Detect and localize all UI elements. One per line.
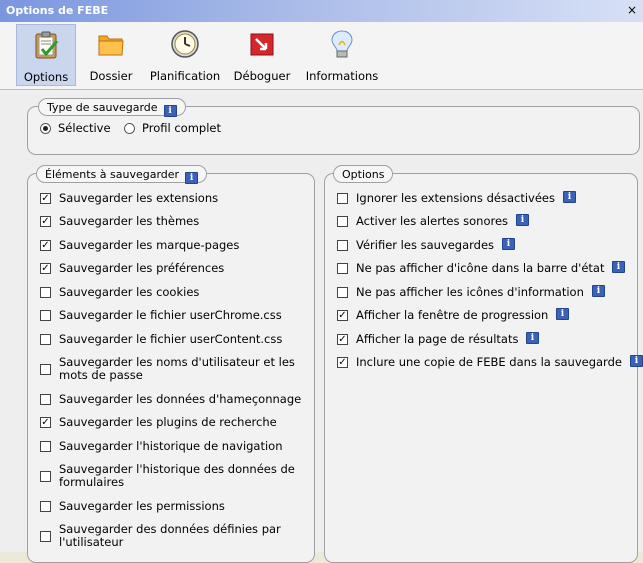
tab-planification[interactable]: Planification [146, 24, 224, 86]
options-legend: Options [333, 165, 394, 183]
backup-type-legend: Type de sauvegarde i [38, 98, 186, 117]
element-item-label: Sauvegarder les cookies [59, 285, 200, 299]
checkbox[interactable]: ✓ [337, 334, 348, 345]
checkbox[interactable]: ✓ [40, 216, 51, 227]
toolbar: Options Dossier Planification Déboguer I… [0, 22, 643, 90]
radio-profil-complet-button[interactable] [124, 123, 135, 134]
checkbox[interactable] [40, 394, 51, 405]
tab-informations-label: Informations [305, 69, 379, 83]
checkbox[interactable]: ✓ [40, 240, 51, 251]
tab-planification-label: Planification [149, 69, 221, 83]
checkbox[interactable] [40, 310, 51, 321]
elements-legend: Éléments à sauvegarder i [36, 165, 208, 184]
radio-profil-complet-label: Profil complet [142, 121, 221, 135]
info-icon[interactable]: i [592, 285, 605, 297]
element-item-label: Sauvegarder les permissions [59, 499, 225, 513]
checkbox[interactable] [337, 287, 348, 298]
tab-dossier[interactable]: Dossier [84, 24, 138, 86]
options-group: Options Ignorer les extensions désactivé… [324, 165, 643, 563]
clock-icon [171, 30, 199, 58]
element-item-label: Sauvegarder le fichier userChrome.css [59, 308, 282, 322]
option-item-label: Inclure une copie de FEBE dans la sauveg… [356, 355, 622, 369]
tab-dossier-label: Dossier [89, 69, 133, 83]
element-item-label: Sauvegarder les marque-pages [59, 238, 240, 252]
radio-selective-button[interactable] [40, 123, 51, 134]
info-icon[interactable]: i [526, 332, 539, 344]
info-icon[interactable]: i [516, 214, 529, 226]
window-title: Options de FEBE [6, 4, 109, 17]
info-icon[interactable]: i [563, 191, 576, 203]
tab-deboguer[interactable]: Déboguer [228, 24, 296, 86]
tab-options[interactable]: Options [16, 24, 76, 86]
checkbox[interactable]: ✓ [40, 263, 51, 274]
info-icon[interactable]: i [612, 261, 625, 273]
info-icon[interactable]: i [630, 355, 643, 367]
backup-type-legend-text: Type de sauvegarde [47, 101, 158, 114]
checkbox[interactable] [40, 471, 51, 482]
tab-informations[interactable]: Informations [304, 24, 380, 86]
info-icon[interactable]: i [556, 308, 569, 320]
element-item-label: Sauvegarder les préférences [59, 261, 225, 275]
title-bar[interactable]: Options de FEBE × [0, 0, 643, 22]
elements-group: Éléments à sauvegarder i ✓ Sauvegarder les… [27, 165, 315, 563]
debug-icon [250, 33, 274, 56]
lightbulb-icon [331, 30, 353, 58]
checkbox[interactable]: ✓ [40, 193, 51, 204]
checkbox[interactable] [337, 240, 348, 251]
options-legend-text: Options [342, 168, 385, 181]
checkbox[interactable] [40, 287, 51, 298]
element-item-label: Sauvegarder le fichier userContent.css [59, 332, 283, 346]
info-icon[interactable]: i [502, 238, 515, 250]
options-clipboard-icon [35, 31, 59, 59]
element-item-label: Sauvegarder les noms d'utilisateur et le… [59, 355, 295, 382]
info-icon[interactable]: i [163, 105, 177, 117]
tab-options-label: Options [23, 70, 69, 84]
checkbox[interactable] [40, 364, 51, 375]
element-item-label: Sauvegarder l'historique de navigation [59, 439, 283, 453]
checkbox[interactable] [40, 334, 51, 345]
checkbox[interactable]: ✓ [337, 310, 348, 321]
folder-icon [98, 35, 124, 56]
element-item-label: Sauvegarder les thèmes [59, 214, 200, 228]
radio-selective-label: Sélective [58, 121, 111, 135]
checkbox[interactable] [40, 441, 51, 452]
checkbox[interactable] [337, 216, 348, 227]
elements-legend-text: Éléments à sauvegarder [45, 168, 180, 181]
tab-deboguer-label: Déboguer [233, 69, 291, 83]
option-item-label: Vérifier les sauvegardes [356, 238, 495, 252]
checkbox[interactable] [40, 501, 51, 512]
element-item-label: Sauvegarder les données d'hameçonnage [59, 392, 302, 406]
element-item-label: Sauvegarder l'historique des données de … [59, 462, 295, 489]
info-icon[interactable]: i [185, 172, 199, 184]
element-item-label: Sauvegarder les extensions [59, 191, 219, 205]
element-item-label: Sauvegarder des données définies par l'u… [59, 522, 281, 549]
option-item-label: Ne pas afficher les icônes d'information [356, 285, 584, 299]
backup-type-group: Type de sauvegarde i Sélective Profil com… [27, 98, 640, 155]
element-item-label: Sauvegarder les plugins de recherche [59, 415, 277, 429]
option-item-label: Ignorer les extensions désactivées [356, 191, 555, 205]
checkbox[interactable]: ✓ [337, 357, 348, 368]
option-item-label: Activer les alertes sonores [356, 214, 509, 228]
checkbox[interactable] [337, 193, 348, 204]
close-icon[interactable]: × [625, 2, 639, 18]
options-window: Options de FEBE × Options Dossier Planif… [0, 0, 643, 563]
checkbox[interactable] [40, 531, 51, 542]
checkbox[interactable]: ✓ [40, 417, 51, 428]
options-panel: Type de sauvegarde i Sélective Profil com… [0, 91, 643, 563]
option-item-label: Afficher la page de résultats [356, 332, 519, 346]
checkbox[interactable] [337, 263, 348, 274]
option-item-label: Ne pas afficher d'icône dans la barre d'… [356, 261, 605, 275]
option-item-label: Afficher la fenêtre de progression [356, 308, 549, 322]
